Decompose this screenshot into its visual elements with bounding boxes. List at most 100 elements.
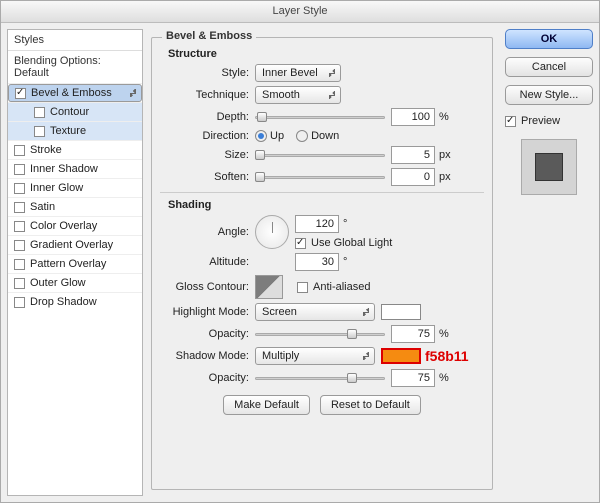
soften-input[interactable]: 0 <box>391 168 435 186</box>
effect-label: Gradient Overlay <box>30 239 113 251</box>
highlight-opacity-unit: % <box>439 328 449 340</box>
checkbox-color-overlay[interactable] <box>14 221 25 232</box>
checkbox-stroke[interactable] <box>14 145 25 156</box>
effect-label: Pattern Overlay <box>30 258 106 270</box>
dialog-buttons: OK Cancel New Style... Preview <box>497 29 593 496</box>
effect-label: Inner Glow <box>30 182 83 194</box>
blending-options-row[interactable]: Blending Options: Default <box>8 51 142 84</box>
size-label: Size: <box>160 149 255 161</box>
highlight-mode-select[interactable]: Screen <box>255 303 375 321</box>
effect-satin[interactable]: Satin <box>8 197 142 216</box>
effect-label: Color Overlay <box>30 220 97 232</box>
effect-contour[interactable]: Contour <box>8 102 142 121</box>
window-title: Layer Style <box>1 1 599 23</box>
checkbox-drop-shadow[interactable] <box>14 297 25 308</box>
reset-default-button[interactable]: Reset to Default <box>320 395 421 415</box>
effect-inner-shadow[interactable]: Inner Shadow <box>8 159 142 178</box>
gloss-contour-picker[interactable] <box>255 275 283 299</box>
depth-unit: % <box>439 111 449 123</box>
shadow-opacity-input[interactable]: 75 <box>391 369 435 387</box>
angle-label: Angle: <box>160 226 255 238</box>
shadow-opacity-slider[interactable] <box>255 372 385 384</box>
effect-label: Inner Shadow <box>30 163 98 175</box>
preview-label: Preview <box>521 115 560 127</box>
shadow-color-swatch[interactable] <box>381 348 421 364</box>
style-select[interactable]: Inner Bevel <box>255 64 341 82</box>
angle-dial[interactable] <box>255 215 289 249</box>
checkbox-bevel-emboss[interactable] <box>15 88 26 99</box>
bevel-group: Bevel & Emboss Structure Style: Inner Be… <box>151 37 493 490</box>
checkbox-outer-glow[interactable] <box>14 278 25 289</box>
effect-stroke[interactable]: Stroke <box>8 140 142 159</box>
highlight-mode-label: Highlight Mode: <box>160 306 255 318</box>
global-light-checkbox[interactable] <box>295 238 306 249</box>
altitude-unit: ° <box>343 256 347 268</box>
shadow-mode-label: Shadow Mode: <box>160 350 255 362</box>
effect-label: Drop Shadow <box>30 296 97 308</box>
cancel-button[interactable]: Cancel <box>505 57 593 77</box>
checkbox-contour[interactable] <box>34 107 45 118</box>
angle-input[interactable]: 120 <box>295 215 339 233</box>
checkbox-gradient-overlay[interactable] <box>14 240 25 251</box>
altitude-input[interactable]: 30 <box>295 253 339 271</box>
altitude-label: Altitude: <box>160 256 255 268</box>
effect-label: Stroke <box>30 144 62 156</box>
up-label: Up <box>270 130 284 142</box>
new-style-button[interactable]: New Style... <box>505 85 593 105</box>
depth-slider[interactable] <box>255 111 385 123</box>
shadow-mode-select[interactable]: Multiply <box>255 347 375 365</box>
soften-label: Soften: <box>160 171 255 183</box>
effect-label: Satin <box>30 201 55 213</box>
highlight-opacity-label: Opacity: <box>160 328 255 340</box>
styles-header[interactable]: Styles <box>8 30 142 51</box>
style-label: Style: <box>160 67 255 79</box>
preview-checkbox[interactable] <box>505 116 516 127</box>
checkbox-inner-shadow[interactable] <box>14 164 25 175</box>
technique-select[interactable]: Smooth <box>255 86 341 104</box>
highlight-opacity-slider[interactable] <box>255 328 385 340</box>
gloss-contour-label: Gloss Contour: <box>160 281 255 293</box>
shadow-opacity-unit: % <box>439 372 449 384</box>
anti-aliased-checkbox[interactable] <box>297 282 308 293</box>
settings-panel: Bevel & Emboss Structure Style: Inner Be… <box>143 29 497 496</box>
highlight-color-swatch[interactable] <box>381 304 421 320</box>
effect-outer-glow[interactable]: Outer Glow <box>8 273 142 292</box>
effect-color-overlay[interactable]: Color Overlay <box>8 216 142 235</box>
direction-down-radio[interactable] <box>296 130 308 142</box>
effect-label: Outer Glow <box>30 277 86 289</box>
effect-label: Texture <box>50 125 86 137</box>
global-light-label: Use Global Light <box>311 237 392 249</box>
layer-style-window: Layer Style Styles Blending Options: Def… <box>0 0 600 503</box>
effects-list: Styles Blending Options: Default Bevel &… <box>7 29 143 496</box>
checkbox-texture[interactable] <box>34 126 45 137</box>
anti-aliased-label: Anti-aliased <box>313 281 370 293</box>
technique-label: Technique: <box>160 89 255 101</box>
effect-pattern-overlay[interactable]: Pattern Overlay <box>8 254 142 273</box>
highlight-opacity-input[interactable]: 75 <box>391 325 435 343</box>
depth-label: Depth: <box>160 111 255 123</box>
down-label: Down <box>311 130 339 142</box>
preview-swatch <box>521 139 577 195</box>
panel-title: Bevel & Emboss <box>162 30 256 42</box>
effect-inner-glow[interactable]: Inner Glow <box>8 178 142 197</box>
effect-drop-shadow[interactable]: Drop Shadow <box>8 292 142 311</box>
ok-button[interactable]: OK <box>505 29 593 49</box>
direction-up-radio[interactable] <box>255 130 267 142</box>
effect-texture[interactable]: Texture <box>8 121 142 140</box>
structure-heading: Structure <box>160 48 484 60</box>
make-default-button[interactable]: Make Default <box>223 395 310 415</box>
checkbox-inner-glow[interactable] <box>14 183 25 194</box>
effect-bevel-emboss[interactable]: Bevel & Emboss <box>8 84 142 102</box>
angle-unit: ° <box>343 218 347 230</box>
depth-input[interactable]: 100 <box>391 108 435 126</box>
size-input[interactable]: 5 <box>391 146 435 164</box>
effect-label: Bevel & Emboss <box>31 87 112 99</box>
annotation-text: f58b11 <box>425 348 469 364</box>
checkbox-satin[interactable] <box>14 202 25 213</box>
checkbox-pattern-overlay[interactable] <box>14 259 25 270</box>
size-unit: px <box>439 149 451 161</box>
soften-slider[interactable] <box>255 171 385 183</box>
size-slider[interactable] <box>255 149 385 161</box>
effect-gradient-overlay[interactable]: Gradient Overlay <box>8 235 142 254</box>
effect-label: Contour <box>50 106 89 118</box>
